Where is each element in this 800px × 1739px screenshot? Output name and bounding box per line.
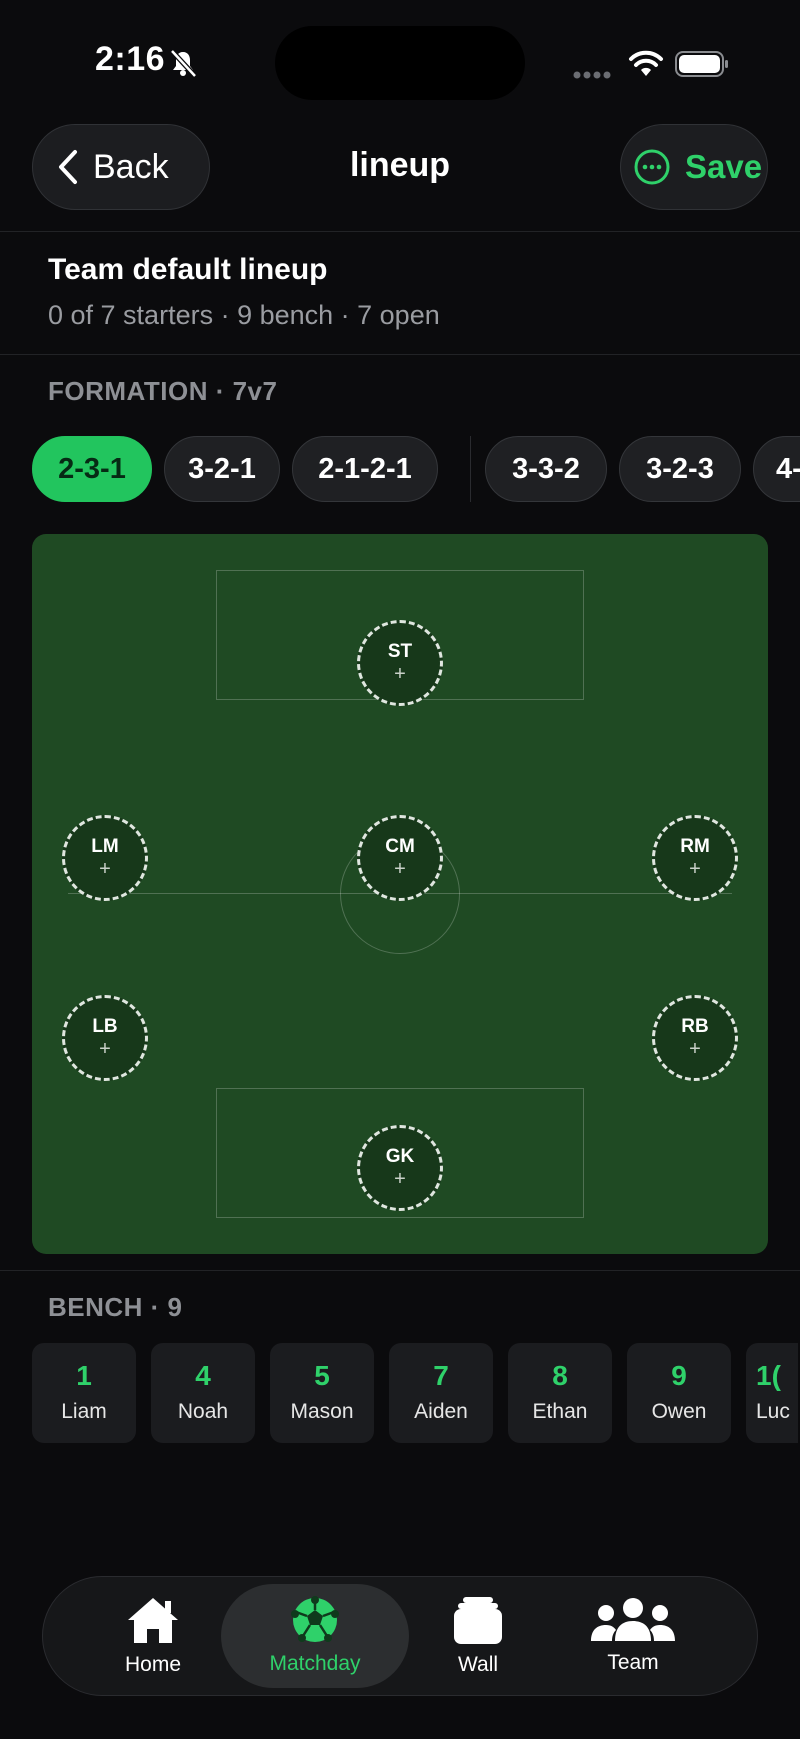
add-icon: +: [689, 1038, 701, 1060]
tab-team[interactable]: Team: [563, 1577, 703, 1695]
formation-chip-4[interactable]: 4-: [753, 436, 800, 502]
status-time: 2:16: [95, 40, 166, 78]
add-icon: +: [689, 858, 701, 880]
divider: [0, 354, 800, 355]
dynamic-island: [275, 26, 525, 100]
home-icon: [128, 1598, 178, 1643]
player-name: Ethan: [532, 1400, 588, 1423]
save-button[interactable]: Save: [620, 124, 768, 210]
player-number: 9: [671, 1360, 687, 1391]
bench-player-card[interactable]: 7 Aiden: [389, 1343, 493, 1443]
bench-label: BENCH · 9: [48, 1292, 183, 1322]
formation-chip-2-3-1[interactable]: 2-3-1: [32, 436, 152, 502]
bench-player-card[interactable]: 1( Luc: [746, 1343, 798, 1443]
player-name: Owen: [651, 1400, 707, 1423]
formation-selector: 2-3-1 3-2-1 2-1-2-1 3-3-2 3-2-3 4-: [32, 435, 800, 503]
position-code: GK: [385, 1146, 415, 1167]
chip-divider: [470, 436, 471, 502]
formation-label: FORMATION · 7v7: [48, 376, 278, 406]
position-slot-lm[interactable]: LM +: [62, 815, 148, 901]
soccer-ball-icon: [291, 1596, 339, 1642]
player-number: 7: [433, 1360, 449, 1391]
formation-chip-2-1-2-1[interactable]: 2-1-2-1: [292, 436, 438, 502]
more-circle-icon: [634, 149, 670, 185]
player-number: 1: [76, 1360, 92, 1391]
save-label: Save: [685, 148, 763, 185]
position-slot-rb[interactable]: RB +: [652, 995, 738, 1081]
bench-list: 1 Liam 4 Noah 5 Mason 7 Aiden 8 Ethan 9 …: [32, 1343, 800, 1443]
formation-chip-3-2-3[interactable]: 3-2-3: [619, 436, 741, 502]
player-name: Mason: [290, 1400, 354, 1423]
bench-player-card[interactable]: 8 Ethan: [508, 1343, 612, 1443]
position-slot-lb[interactable]: LB +: [62, 995, 148, 1081]
add-icon: +: [394, 1168, 406, 1190]
tab-matchday[interactable]: Matchday: [221, 1584, 409, 1688]
bench-player-card[interactable]: 5 Mason: [270, 1343, 374, 1443]
battery-icon: [675, 51, 728, 77]
player-name: Noah: [177, 1400, 229, 1423]
player-name: Luc: [756, 1400, 790, 1423]
player-number: 5: [314, 1360, 330, 1391]
add-icon: +: [394, 858, 406, 880]
tab-label: Matchday: [269, 1652, 361, 1675]
position-code: ST: [387, 641, 413, 662]
bench-player-card[interactable]: 9 Owen: [627, 1343, 731, 1443]
add-icon: +: [99, 858, 111, 880]
position-slot-st[interactable]: ST +: [357, 620, 443, 706]
player-number: 8: [552, 1360, 568, 1391]
position-slot-cm[interactable]: CM +: [357, 815, 443, 901]
tab-home[interactable]: Home: [83, 1577, 223, 1695]
position-code: LM: [91, 836, 119, 857]
position-code: CM: [385, 836, 415, 857]
silent-bell-icon: [170, 49, 197, 78]
tab-label: Wall: [457, 1653, 499, 1676]
formation-chip-3-2-1[interactable]: 3-2-1: [164, 436, 280, 502]
divider: [0, 231, 800, 232]
lineup-summary: 0 of 7 starters · 9 bench · 7 open: [48, 300, 440, 330]
lineup-title: Team default lineup: [48, 253, 328, 286]
player-number: 1(: [756, 1360, 781, 1391]
tab-wall[interactable]: Wall: [413, 1577, 543, 1695]
position-code: RB: [681, 1016, 709, 1037]
player-number: 4: [195, 1360, 211, 1391]
bench-player-card[interactable]: 1 Liam: [32, 1343, 136, 1443]
stack-icon: [454, 1597, 502, 1644]
divider: [0, 1270, 800, 1271]
position-code: LB: [92, 1016, 118, 1037]
position-code: RM: [680, 836, 710, 857]
add-icon: +: [99, 1038, 111, 1060]
player-name: Liam: [61, 1400, 107, 1423]
signal-icon: [573, 71, 611, 79]
position-slot-gk[interactable]: GK +: [357, 1125, 443, 1211]
team-icon: [591, 1598, 675, 1641]
tab-label: Team: [607, 1651, 659, 1674]
player-name: Aiden: [414, 1400, 468, 1423]
tab-bar: Home Matchday Wall Team: [42, 1576, 758, 1696]
add-icon: +: [394, 663, 406, 685]
pitch: ST + LM + CM + RM + LB + RB + GK +: [32, 534, 768, 1254]
position-slot-rm[interactable]: RM +: [652, 815, 738, 901]
formation-chip-3-3-2[interactable]: 3-3-2: [485, 436, 607, 502]
wifi-icon: [629, 50, 663, 76]
bench-player-card[interactable]: 4 Noah: [151, 1343, 255, 1443]
tab-label: Home: [124, 1653, 182, 1676]
